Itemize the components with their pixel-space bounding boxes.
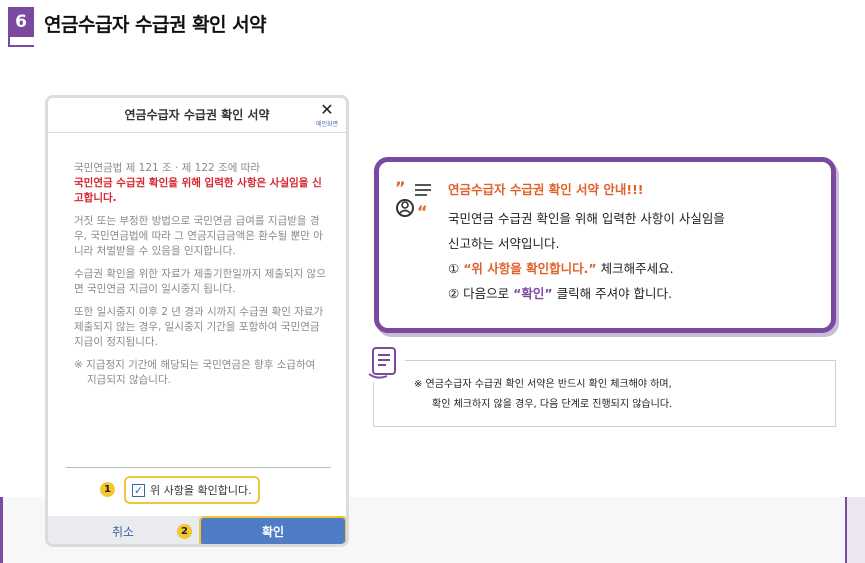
bottom-band-left-edge [0,497,3,563]
terms-paragraph-1: 국민연금법 제 121 조 · 제 122 조에 따라 국민연금 수급권 확인을… [74,161,328,206]
terms-paragraph-5: ※ 지급정지 기간에 해당되는 국민연금은 향후 소급하여 지급되지 않습니다. [74,359,316,386]
checkbox-check-icon[interactable]: ✓ [132,483,145,497]
callout-line-3: ① “위 사항을 확인합니다.” 체크해주세요. [448,256,725,281]
close-icon: ✕ [320,100,334,119]
step-marker-2: 2 [177,524,192,539]
note-line-2: 확인 체크하지 않을 경우, 다음 단계로 진행되지 않습니다. [432,399,673,410]
close-button-label: 메인화면 [315,121,339,128]
svg-text:“: “ [417,202,428,219]
dialog-header-divider [48,132,346,133]
terms-paragraph-3: 수급권 확인을 위한 자료가 제출기한일까지 제출되지 않으면 국민연금 지급이… [74,268,326,295]
step-number-badge: 6 [8,7,34,37]
checkbox-label: 위 사항을 확인합니다. [150,484,252,497]
callout-line-3-highlight: “위 사항을 확인합니다.” [463,261,597,276]
terms-declaration: 국민연금 수급권 확인을 위해 입력한 사항은 사실임을 신고합니다. [74,177,322,204]
terms-paragraph-2: 거짓 또는 부정한 방법으로 국민연금 급여를 지급받을 경우, 국민연금법에 … [74,215,323,257]
callout-line-4-prefix: ② 다음으로 [448,286,510,301]
guide-callout: ” “ 연금수급자 수급권 확인 서약 안내!!! 국민연금 수급권 확인을 위… [374,157,836,333]
callout-line-3-suffix: 체크해주세요. [600,261,674,276]
callout-title: 연금수급자 수급권 확인 서약 안내!!! [448,182,644,197]
memo-icon [367,344,405,382]
callout-line-4-suffix: 클릭해 주셔야 합니다. [556,286,673,301]
callout-line-2: 신고하는 서약입니다. [448,236,560,251]
terms-law-reference: 국민연금법 제 121 조 · 제 122 조에 따라 [74,162,261,174]
note-line-1: ※ 연금수급자 수급권 확인 서약은 반드시 확인 체크해야 하며, [414,379,672,390]
close-button[interactable]: ✕ 메인화면 [312,100,342,129]
step-divider [8,37,34,47]
callout-line-4-highlight: “확인” [513,286,553,301]
callout-line-1: 국민연금 수급권 확인을 위해 입력한 사항이 사실임을 [448,211,725,226]
svg-text:”: ” [395,179,406,197]
step-marker-1: 1 [100,482,115,497]
bottom-band-right-edge [845,497,865,563]
confirm-button[interactable]: 확인 [199,516,346,544]
terms-paragraph-4: 또한 일시중지 이후 2 년 경과 시까지 수급권 확인 자료가 제출되지 않는… [74,306,324,348]
confirm-checkbox[interactable]: ✓ 위 사항을 확인합니다. [124,476,260,504]
terms-text: 국민연금법 제 121 조 · 제 122 조에 따라 국민연금 수급권 확인을… [74,161,328,396]
note-text: ※ 연금수급자 수급권 확인 서약은 반드시 확인 체크해야 하며, 확인 체크… [414,375,672,415]
callout-line-4: ② 다음으로 “확인” 클릭해 주셔야 합니다. [448,281,725,306]
cancel-button[interactable]: 취소 [48,516,198,544]
pledge-dialog: 연금수급자 수급권 확인 서약 ✕ 메인화면 국민연금법 제 121 조 · 제… [45,95,349,547]
callout-body: 국민연금 수급권 확인을 위해 입력한 사항이 사실임을 신고하는 서약입니다.… [448,206,725,306]
speech-quote-icon: ” “ [395,179,431,219]
terms-bottom-divider [66,467,331,468]
dialog-title: 연금수급자 수급권 확인 서약 [124,108,270,122]
page-title: 연금수급자 수급권 확인 서약 [44,14,267,36]
callout-line-3-prefix: ① [448,261,460,276]
